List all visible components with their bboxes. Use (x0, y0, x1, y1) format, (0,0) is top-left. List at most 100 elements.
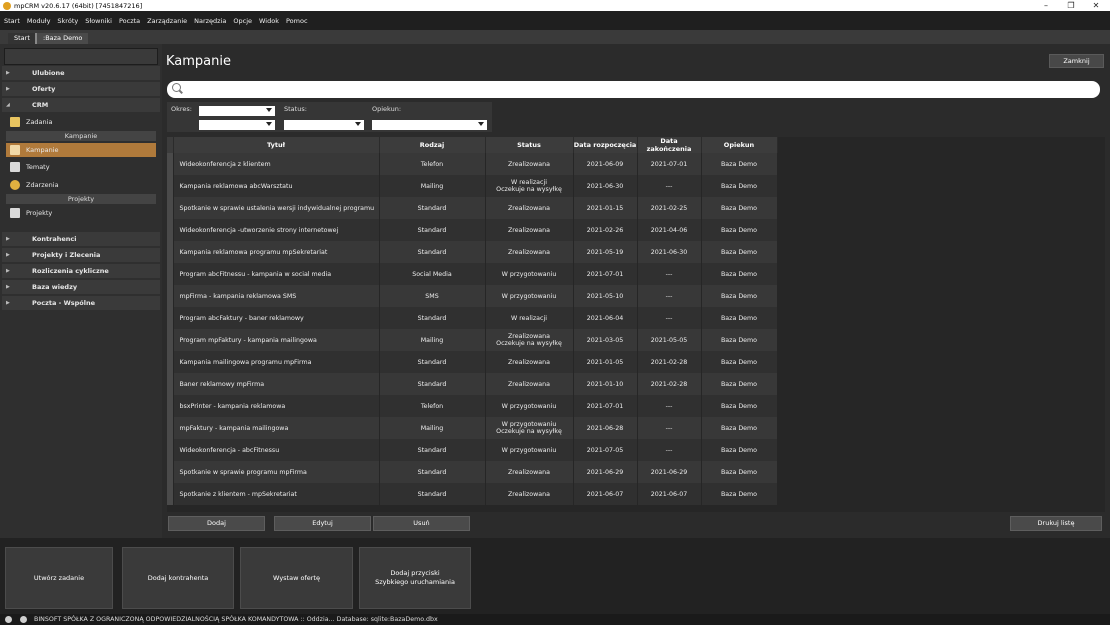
cell-status: Zrealizowana (485, 373, 574, 395)
cell-status: Zrealizowana Oczekuje na wysyłkę (485, 329, 574, 351)
sidebar-item-zdarzenia[interactable]: Zdarzenia (6, 178, 156, 192)
sidebar-section-kontrahenci[interactable]: ▶ Kontrahenci (2, 232, 160, 246)
status-select[interactable] (284, 120, 364, 130)
cell-tytul: Program mpFaktury - kampania mailingowa (173, 329, 380, 351)
add-button[interactable]: Dodaj (168, 516, 265, 531)
menu-poczta[interactable]: Poczta (119, 17, 140, 25)
cell-data-rozpoczecia: 2021-05-10 (573, 285, 638, 307)
cell-data-rozpoczecia: 2021-06-09 (573, 153, 638, 175)
campaigns-table: Tytuł Rodzaj Status Data rozpoczęcia Dat… (167, 137, 1105, 512)
table-row[interactable]: Spotkanie z klientem - mpSekretariat Stan… (167, 483, 778, 505)
table-row[interactable]: Wideokonferencja z klientem Telefon Zreali… (167, 153, 778, 175)
cell-data-zakonczenia: --- (637, 395, 702, 417)
cell-data-rozpoczecia: 2021-07-01 (573, 395, 638, 417)
menu-slowniki[interactable]: Słowniki (85, 17, 112, 25)
status-line: Zrealizowana (507, 490, 550, 498)
menu-zarzadzanie[interactable]: Zarządzanie (147, 17, 187, 25)
menu-start[interactable]: Start (4, 17, 20, 25)
issue-offer-button[interactable]: Wystaw ofertę (240, 547, 353, 609)
cell-data-zakonczenia: 2021-06-30 (637, 241, 702, 263)
table-row[interactable]: Kampania reklamowa abcWarsztatu Mailing W … (167, 175, 778, 197)
cell-rodzaj: Standard (379, 307, 486, 329)
sidebar-search-input[interactable] (4, 48, 158, 65)
cell-status: Zrealizowana (485, 241, 574, 263)
cell-tytul: mpFaktury - kampania mailingowa (173, 417, 380, 439)
sidebar-item-projekty[interactable]: Projekty (6, 206, 156, 220)
cell-data-rozpoczecia: 2021-01-05 (573, 351, 638, 373)
table-header-row: Tytuł Rodzaj Status Data rozpoczęcia Dat… (167, 137, 778, 153)
expand-arrow-icon: ▶ (6, 252, 10, 258)
cell-status: Zrealizowana (485, 351, 574, 373)
cell-status: Zrealizowana (485, 219, 574, 241)
table-row[interactable]: Kampania reklamowa programu mpSekretaria… (167, 241, 778, 263)
table-row[interactable]: Program abcFaktury - baner reklamowy Stan… (167, 307, 778, 329)
cell-status: W przygotowaniu (485, 285, 574, 307)
sidebar-section-ulubione[interactable]: ▶ Ulubione (2, 66, 160, 80)
sidebar-item-tematy[interactable]: Tematy (6, 160, 156, 174)
add-contractor-button[interactable]: Dodaj kontrahenta (122, 547, 234, 609)
tab-start[interactable]: Start (8, 33, 36, 44)
sidebar-item-zadania[interactable]: Zadania (6, 115, 156, 129)
status-line: W przygotowaniu (501, 402, 557, 410)
column-header-tytul[interactable]: Tytuł (173, 137, 380, 153)
add-quick-buttons-button[interactable]: Dodaj przyciski Szybkiego uruchamiania (359, 547, 471, 609)
cell-status: Zrealizowana (485, 153, 574, 175)
column-header-rodzaj[interactable]: Rodzaj (379, 137, 486, 153)
menu-widok[interactable]: Widok (259, 17, 279, 25)
table-row[interactable]: Spotkanie w sprawie ustalenia wersji ind… (167, 197, 778, 219)
status-substatus: Oczekuje na wysyłkę (496, 340, 562, 347)
print-list-button[interactable]: Drukuj listę (1010, 516, 1102, 531)
column-header-status[interactable]: Status (485, 137, 574, 153)
okres-select-from[interactable] (199, 106, 275, 116)
cell-opiekun: Baza Demo (701, 439, 778, 461)
cell-rodzaj: Mailing (379, 417, 486, 439)
table-row[interactable]: Baner reklamowy mpFirma Standard Zrealizow… (167, 373, 778, 395)
create-task-button[interactable]: Utwórz zadanie (5, 547, 113, 609)
table-row[interactable]: bsxPrinter - kampania reklamowa Telefon W … (167, 395, 778, 417)
sidebar-section-crm[interactable]: ◢ CRM (2, 98, 160, 112)
table-row[interactable]: Program abcFitnessu - kampania w social … (167, 263, 778, 285)
cell-rodzaj: Mailing (379, 329, 486, 351)
cell-data-zakonczenia: --- (637, 263, 702, 285)
cell-data-rozpoczecia: 2021-02-26 (573, 219, 638, 241)
search-input[interactable] (167, 81, 1100, 98)
opiekun-select[interactable] (372, 120, 487, 130)
table-row[interactable]: mpFirma - kampania reklamowa SMS SMS W prz… (167, 285, 778, 307)
table-row[interactable]: Wideokonferencja -utworzenie strony inte… (167, 219, 778, 241)
okres-select-to[interactable] (199, 120, 275, 130)
menu-pomoc[interactable]: Pomoc (286, 17, 308, 25)
menu-moduly[interactable]: Moduły (27, 17, 51, 25)
edit-button[interactable]: Edytuj (274, 516, 371, 531)
page-title: Kampanie (166, 54, 231, 69)
delete-button[interactable]: Usuń (373, 516, 470, 531)
cell-status: W przygotowaniu Oczekuje na wysyłkę (485, 417, 574, 439)
table-row[interactable]: Kampania mailingowa programu mpFirma Stan… (167, 351, 778, 373)
cell-data-rozpoczecia: 2021-06-29 (573, 461, 638, 483)
menu-opcje[interactable]: Opcje (233, 17, 252, 25)
table-row[interactable]: Wideokonferencja - abcFitnessu Standard W … (167, 439, 778, 461)
cell-status: Zrealizowana (485, 197, 574, 219)
sidebar-section-baza-wiedzy[interactable]: ▶ Baza wiedzy (2, 280, 160, 294)
sidebar-section-projekty-zlecenia[interactable]: ▶ Projekty i Zlecenia (2, 248, 160, 262)
close-window-button[interactable]: ✕ (1087, 0, 1105, 11)
table-row[interactable]: mpFaktury - kampania mailingowa Mailing W … (167, 417, 778, 439)
close-panel-button[interactable]: Zamknij (1049, 54, 1104, 68)
sidebar-section-oferty[interactable]: ▶ Oferty (2, 82, 160, 96)
column-header-data-zakonczenia[interactable]: Data zakończenia (637, 137, 702, 153)
sidebar-item-kampanie[interactable]: Kampanie (6, 143, 156, 157)
column-header-data-rozpoczecia[interactable]: Data rozpoczęcia (573, 137, 638, 153)
menu-narzedzia[interactable]: Narzędzia (194, 17, 226, 25)
cell-data-zakonczenia: --- (637, 175, 702, 197)
minimize-button[interactable]: – (1037, 0, 1055, 11)
menu-skroty[interactable]: Skróty (57, 17, 78, 25)
cell-rodzaj: Standard (379, 351, 486, 373)
sidebar-section-poczta[interactable]: ▶ Poczta - Wspólne (2, 296, 160, 310)
table-row[interactable]: Spotkanie w sprawie programu mpFirma Stan… (167, 461, 778, 483)
cell-opiekun: Baza Demo (701, 483, 778, 505)
tab-baza-demo[interactable]: :Baza Demo (35, 33, 89, 44)
sidebar-section-rozliczenia[interactable]: ▶ Rozliczenia cykliczne (2, 264, 160, 278)
table-row[interactable]: Program mpFaktury - kampania mailingowa M… (167, 329, 778, 351)
maximize-button[interactable]: ❐ (1062, 0, 1080, 11)
column-header-opiekun[interactable]: Opiekun (701, 137, 778, 153)
cell-opiekun: Baza Demo (701, 241, 778, 263)
